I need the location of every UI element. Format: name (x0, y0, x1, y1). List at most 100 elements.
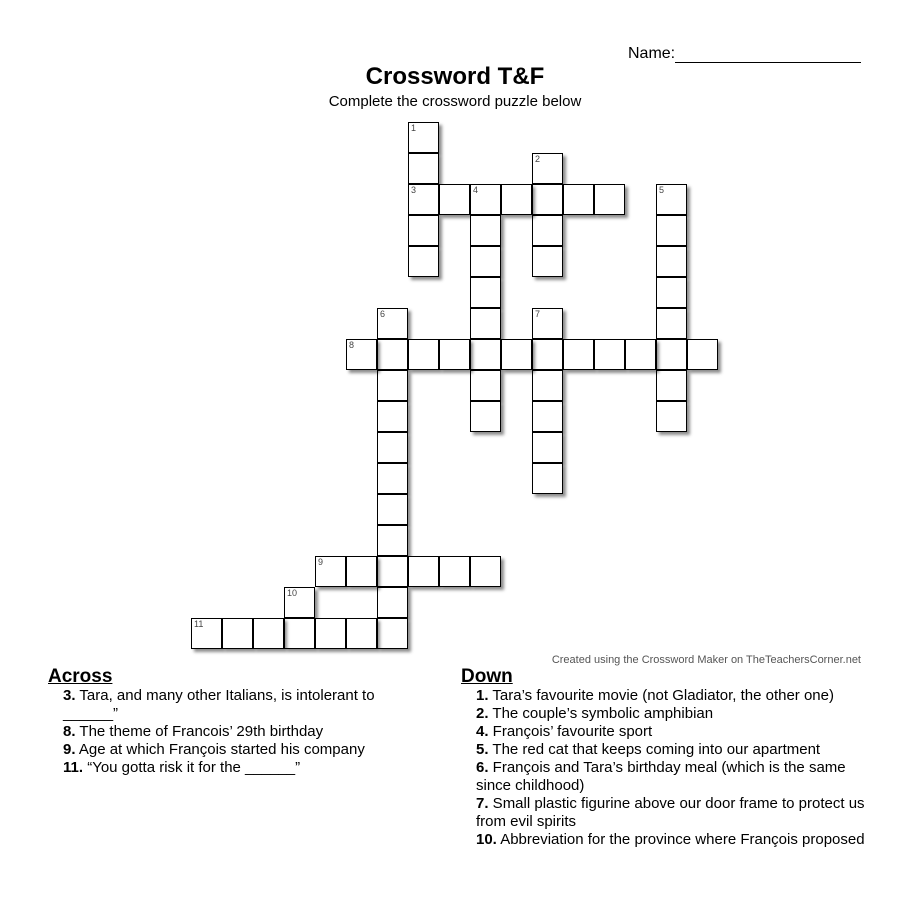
grid-cell[interactable] (532, 370, 563, 401)
grid-cell[interactable]: 8 (346, 339, 377, 370)
clue-text: “You gotta risk it for the ______” (83, 759, 301, 776)
grid-cell[interactable]: 4 (470, 184, 501, 215)
grid-cell[interactable] (346, 618, 377, 649)
grid-cell[interactable] (377, 463, 408, 494)
grid-cell[interactable] (408, 339, 439, 370)
grid-cell[interactable]: 7 (532, 308, 563, 339)
grid-cell[interactable] (439, 184, 470, 215)
clue-item: 2. The couple’s symbolic amphibian (476, 705, 871, 723)
grid-cell[interactable] (656, 401, 687, 432)
grid-cell[interactable] (315, 618, 346, 649)
grid-cell[interactable] (377, 618, 408, 649)
cell-number: 3 (411, 185, 417, 195)
grid-cell[interactable] (253, 618, 284, 649)
clue-item: 9. Age at which François started his com… (63, 741, 408, 759)
grid-cell[interactable] (470, 277, 501, 308)
grid-cell[interactable] (470, 370, 501, 401)
grid-cell[interactable] (563, 339, 594, 370)
grid-cell[interactable] (377, 370, 408, 401)
grid-cell[interactable]: 9 (315, 556, 346, 587)
across-heading: Across (48, 666, 113, 687)
cell-number: 7 (535, 309, 541, 319)
grid-cell[interactable]: 6 (377, 308, 408, 339)
grid-cell[interactable] (470, 215, 501, 246)
clue-number: 3. (63, 687, 76, 704)
clue-number: 11. (63, 759, 84, 776)
down-heading: Down (461, 666, 513, 687)
grid-cell[interactable] (346, 556, 377, 587)
clue-number: 2. (476, 705, 489, 722)
cell-number: 10 (287, 588, 298, 598)
clue-number: 1. (476, 687, 489, 704)
grid-cell[interactable] (470, 401, 501, 432)
cell-number: 5 (659, 185, 665, 195)
clue-text: Tara’s favourite movie (not Gladiator, t… (488, 687, 834, 704)
grid-cell[interactable]: 10 (284, 587, 315, 618)
clue-item: 1. Tara’s favourite movie (not Gladiator… (476, 687, 871, 705)
grid-cell[interactable] (687, 339, 718, 370)
grid-cell[interactable] (594, 339, 625, 370)
grid-cell[interactable] (408, 153, 439, 184)
grid-cell[interactable] (439, 339, 470, 370)
grid-cell[interactable]: 3 (408, 184, 439, 215)
grid-cell[interactable]: 2 (532, 153, 563, 184)
clue-text: François’ favourite sport (488, 723, 653, 740)
clue-item: 10. Abbreviation for the province where … (476, 831, 871, 849)
down-clues: Down 1. Tara’s favourite movie (not Glad… (461, 666, 871, 849)
grid-cell[interactable] (656, 339, 687, 370)
grid-cell[interactable] (377, 587, 408, 618)
cell-number: 1 (411, 123, 417, 133)
grid-cell[interactable] (656, 246, 687, 277)
clue-item: 5. The red cat that keeps coming into ou… (476, 741, 871, 759)
cell-number: 9 (318, 557, 324, 567)
grid-cell[interactable] (532, 401, 563, 432)
clue-item: 3. Tara, and many other Italians, is int… (63, 687, 408, 723)
cell-number: 11 (194, 619, 204, 629)
grid-cell[interactable] (532, 463, 563, 494)
grid-cell[interactable] (377, 339, 408, 370)
grid-cell[interactable] (532, 432, 563, 463)
grid-cell[interactable]: 11 (191, 618, 222, 649)
grid-cell[interactable] (408, 556, 439, 587)
down-clue-list: 1. Tara’s favourite movie (not Gladiator… (461, 687, 871, 849)
grid-cell[interactable] (470, 556, 501, 587)
grid-cell[interactable] (656, 215, 687, 246)
grid-cell[interactable] (439, 556, 470, 587)
across-clues: Across 3. Tara, and many other Italians,… (48, 666, 408, 777)
grid-cell[interactable] (222, 618, 253, 649)
grid-cell[interactable] (656, 370, 687, 401)
grid-cell[interactable] (377, 401, 408, 432)
clue-item: 4. François’ favourite sport (476, 723, 871, 741)
grid-cell[interactable]: 5 (656, 184, 687, 215)
grid-cell[interactable] (470, 246, 501, 277)
clue-text: The couple’s symbolic amphibian (488, 705, 714, 722)
clue-item: 6. François and Tara’s birthday meal (wh… (476, 759, 871, 795)
grid-cell[interactable] (501, 339, 532, 370)
grid-cell[interactable] (563, 184, 594, 215)
clue-text: Tara, and many other Italians, is intole… (63, 687, 375, 722)
grid-cell[interactable] (656, 308, 687, 339)
grid-cell[interactable] (501, 184, 532, 215)
grid-cell[interactable] (377, 525, 408, 556)
grid-cell[interactable] (532, 246, 563, 277)
grid-cell[interactable] (377, 432, 408, 463)
grid-cell[interactable] (377, 494, 408, 525)
grid-cell[interactable] (656, 277, 687, 308)
cell-number: 4 (473, 185, 479, 195)
clue-text: Age at which François started his compan… (75, 741, 365, 758)
grid-cell[interactable] (532, 184, 563, 215)
grid-cell[interactable] (625, 339, 656, 370)
across-clue-list: 3. Tara, and many other Italians, is int… (48, 687, 408, 777)
grid-cell[interactable] (377, 556, 408, 587)
grid-cell[interactable] (284, 618, 315, 649)
grid-cell[interactable] (532, 339, 563, 370)
grid-cell[interactable] (408, 246, 439, 277)
grid-cell[interactable] (408, 215, 439, 246)
grid-cell[interactable] (532, 215, 563, 246)
clue-item: 7. Small plastic figurine above our door… (476, 795, 871, 831)
grid-cell[interactable] (470, 339, 501, 370)
grid-cell[interactable]: 1 (408, 122, 439, 153)
grid-cell[interactable] (470, 308, 501, 339)
clue-number: 5. (476, 741, 489, 758)
grid-cell[interactable] (594, 184, 625, 215)
